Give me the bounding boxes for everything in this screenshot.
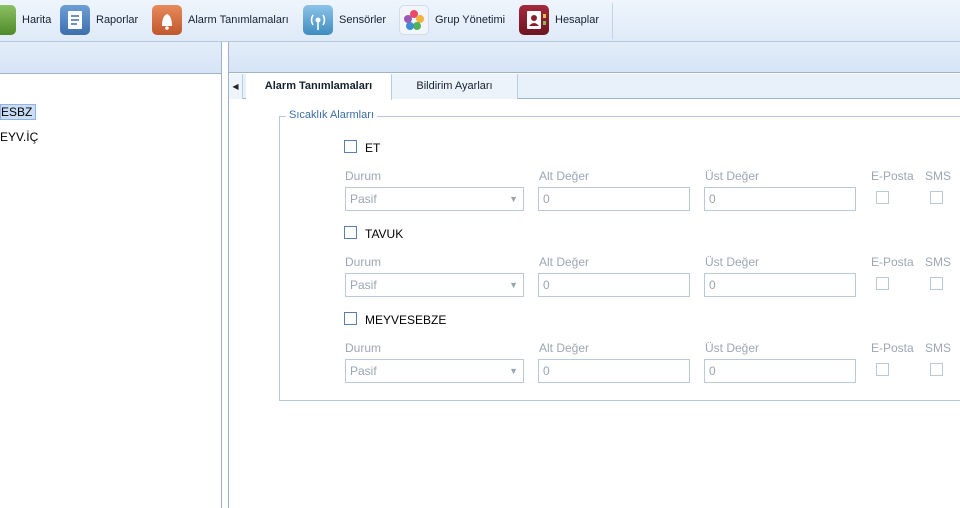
status-label: Durum xyxy=(345,341,382,355)
email-label: E-Posta xyxy=(871,341,914,355)
left-panel-header xyxy=(0,42,221,74)
lower-value-label: Alt Değer xyxy=(539,255,590,269)
tree-item-selected[interactable]: ESBZ xyxy=(0,104,37,120)
toolbar-divider xyxy=(612,3,613,39)
status-select-value: Pasif xyxy=(350,278,377,292)
flower-group-icon xyxy=(399,5,429,35)
alarm-bell-icon xyxy=(152,5,182,35)
sms-label: SMS xyxy=(925,341,952,355)
status-select[interactable]: Pasif ▼ xyxy=(345,187,524,211)
toolbar-item-reports[interactable]: Raporlar xyxy=(60,4,138,36)
tab-notification-settings[interactable]: Bildirim Ayarları xyxy=(392,74,518,99)
toolbar-item-alarm-definitions[interactable]: Alarm Tanımlamaları xyxy=(152,4,289,36)
toolbar-item-label: Harita xyxy=(22,14,52,26)
lower-value-input[interactable]: 0 xyxy=(538,273,690,297)
tab-alarm-definitions[interactable]: Alarm Tanımlamaları xyxy=(246,74,392,100)
upper-value-input[interactable]: 0 xyxy=(704,187,856,211)
fieldset-legend: Sıcaklık Alarmları xyxy=(286,109,377,121)
right-content-panel: ◀ Alarm Tanımlamaları Bildirim Ayarları … xyxy=(228,42,960,508)
left-tree-panel: ESBZ EYV.İÇ xyxy=(0,42,222,508)
toolbar-item-map[interactable]: Harita xyxy=(0,4,51,36)
lower-value-label: Alt Değer xyxy=(539,341,590,355)
email-checkbox[interactable] xyxy=(876,191,889,204)
tab-scroll-left-icon[interactable]: ◀ xyxy=(229,74,243,99)
toolbar-item-label: Sensörler xyxy=(339,14,387,26)
email-checkbox[interactable] xyxy=(876,363,889,376)
sms-label: SMS xyxy=(925,255,952,269)
group-enable-checkbox[interactable] xyxy=(344,226,357,239)
main-toolbar: Harita Raporlar Alarm Tanımlamaları Sens… xyxy=(0,0,960,42)
group-enable-checkbox[interactable] xyxy=(344,312,357,325)
status-label: Durum xyxy=(345,169,382,183)
group-enable-checkbox[interactable] xyxy=(344,140,357,153)
sensor-signal-icon xyxy=(303,5,333,35)
status-select[interactable]: Pasif ▼ xyxy=(345,359,524,383)
upper-value-input[interactable]: 0 xyxy=(704,359,856,383)
status-label: Durum xyxy=(345,255,382,269)
sms-label: SMS xyxy=(925,169,952,183)
tree-item[interactable]: EYV.İÇ xyxy=(0,129,41,145)
upper-value-input[interactable]: 0 xyxy=(704,273,856,297)
email-checkbox[interactable] xyxy=(876,277,889,290)
group-title: MEYVESEBZE xyxy=(365,313,447,327)
group-title: ET xyxy=(365,141,381,155)
toolbar-item-sensors[interactable]: Sensörler xyxy=(303,4,386,36)
right-panel-header xyxy=(229,42,960,73)
status-select-value: Pasif xyxy=(350,192,377,206)
upper-value-label: Üst Değer xyxy=(705,169,760,183)
chevron-down-icon: ▼ xyxy=(509,280,518,290)
lower-value-label: Alt Değer xyxy=(539,169,590,183)
toolbar-item-label: Grup Yönetimi xyxy=(435,14,506,26)
email-label: E-Posta xyxy=(871,169,914,183)
upper-value-label: Üst Değer xyxy=(705,255,760,269)
accounts-icon xyxy=(519,5,549,35)
group-title: TAVUK xyxy=(365,227,404,241)
toolbar-item-group-management[interactable]: Grup Yönetimi xyxy=(399,4,505,36)
temperature-alarms-fieldset: Sıcaklık Alarmları ET Durum Alt Değer Üs… xyxy=(279,109,960,401)
upper-value-label: Üst Değer xyxy=(705,341,760,355)
status-select[interactable]: Pasif ▼ xyxy=(345,273,524,297)
toolbar-item-label: Raporlar xyxy=(96,14,139,26)
toolbar-item-label: Alarm Tanımlamaları xyxy=(188,14,289,26)
toolbar-item-accounts[interactable]: Hesaplar xyxy=(519,4,599,36)
toolbar-item-label: Hesaplar xyxy=(555,14,600,26)
chevron-down-icon: ▼ xyxy=(509,194,518,204)
tab-strip: ◀ Alarm Tanımlamaları Bildirim Ayarları xyxy=(229,74,960,100)
lower-value-input[interactable]: 0 xyxy=(538,359,690,383)
sms-checkbox[interactable] xyxy=(930,363,943,376)
chevron-down-icon: ▼ xyxy=(509,366,518,376)
status-select-value: Pasif xyxy=(350,364,377,378)
map-icon xyxy=(0,5,16,35)
sms-checkbox[interactable] xyxy=(930,277,943,290)
report-icon xyxy=(60,5,90,35)
email-label: E-Posta xyxy=(871,255,914,269)
sms-checkbox[interactable] xyxy=(930,191,943,204)
lower-value-input[interactable]: 0 xyxy=(538,187,690,211)
